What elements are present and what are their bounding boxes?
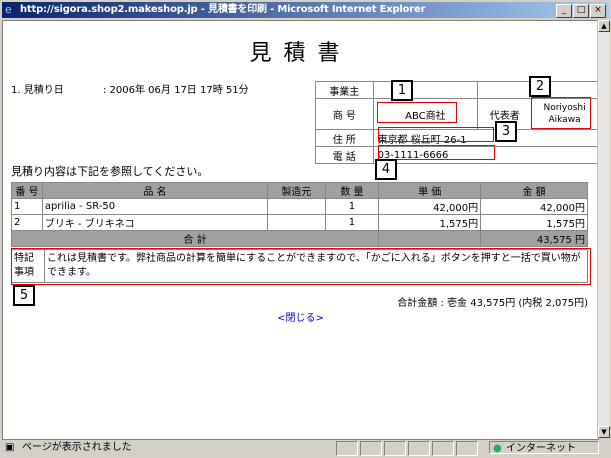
scroll-down-icon[interactable]: ▼ xyxy=(598,426,610,438)
grand-total: 合計金額 : 壱金 43,575円 (内税 2,075円) xyxy=(397,298,588,309)
estimate-items-table: 番 号 品 名 製造元 数 量 単 価 金 額 1 aprilia - SR-5… xyxy=(10,182,588,247)
callout-badge-3: 3 xyxy=(495,121,517,142)
row-quantity: 1 xyxy=(324,198,380,215)
status-bar: ▣ ページが表示されました ● インターネット xyxy=(2,440,609,456)
close-button[interactable]: × xyxy=(590,4,606,18)
row-number: 1 xyxy=(11,198,43,215)
table-row: 2 ブリキ - ブリキネコ 1 1,575円 1,575円 xyxy=(11,214,588,231)
row-unit-price: 42,000円 xyxy=(378,198,482,215)
row-item-name: aprilia - SR-50 xyxy=(41,198,269,215)
address-value: 東京都 桜丘町 26-1 xyxy=(372,129,598,147)
table-row: 1 aprilia - SR-50 1 42,000円 42,000円 xyxy=(11,198,588,215)
col-header-quantity: 数 量 xyxy=(324,182,380,199)
phone-label: 電 話 xyxy=(315,146,374,164)
address-label: 住 所 xyxy=(315,129,374,147)
security-zone: ● インターネット xyxy=(489,441,599,454)
scroll-up-icon[interactable]: ▲ xyxy=(598,20,610,32)
close-link-text[interactable]: <閉じる> xyxy=(277,313,324,324)
row-maker xyxy=(267,198,326,215)
status-pane xyxy=(432,441,454,456)
callout-badge-2: 2 xyxy=(529,76,551,97)
estimate-date-value: : 2006年 06月 17日 17時 51分 xyxy=(103,85,249,96)
title-bar: e http://sigora.shop2.makeshop.jp - 見積書を… xyxy=(2,2,609,18)
callout-badge-4: 4 xyxy=(375,159,397,180)
col-header-maker: 製造元 xyxy=(267,182,326,199)
maximize-button[interactable]: □ xyxy=(573,4,589,18)
zone-label: インターネット xyxy=(506,443,576,454)
status-pane xyxy=(456,441,478,456)
company-value: ABC商社 xyxy=(372,98,479,130)
page-done-icon: ▣ xyxy=(5,442,15,453)
col-header-amount: 金 額 xyxy=(480,182,588,199)
minimize-button[interactable]: _ xyxy=(556,4,572,18)
browser-window: e http://sigora.shop2.makeshop.jp - 見積書を… xyxy=(0,0,611,458)
row-amount: 42,000円 xyxy=(480,198,588,215)
page-title: 見積書 xyxy=(249,41,352,66)
page-content: 見積書 1. 見積り日 : 2006年 06月 17日 17時 51分 事業主 … xyxy=(2,20,599,440)
company-label: 商 号 xyxy=(315,98,374,130)
phone-value: 03-1111-6666 xyxy=(372,146,598,164)
col-header-item-name: 品 名 xyxy=(41,182,269,199)
window-title: http://sigora.shop2.makeshop.jp - 見積書を印刷… xyxy=(20,4,426,15)
ie-logo-icon: e xyxy=(5,3,12,16)
row-amount: 1,575円 xyxy=(480,214,588,231)
status-pane xyxy=(408,441,430,456)
business-owner-header: 事業主 xyxy=(315,81,374,99)
row-unit-price: 1,575円 xyxy=(378,214,482,231)
callout-badge-1: 1 xyxy=(391,80,413,101)
instruction-text: 見積り内容は下記を参照してください。 xyxy=(11,165,209,178)
col-header-unit-price: 単 価 xyxy=(378,182,482,199)
estimate-date-label: 1. 見積り日 xyxy=(11,85,64,96)
status-text: ページが表示されました xyxy=(22,442,132,453)
representative-value: Noriyoshi Aikawa xyxy=(531,98,598,130)
window-controls: _ □ × xyxy=(555,4,606,18)
status-pane xyxy=(384,441,406,456)
status-pane xyxy=(360,441,382,456)
row-number: 2 xyxy=(11,214,43,231)
estimate-date: 1. 見積り日 : 2006年 06月 17日 17時 51分 xyxy=(11,81,249,96)
total-value: 43,575 円 xyxy=(480,230,588,247)
callout-badge-5: 5 xyxy=(13,285,35,306)
table-total-row: 合 計 43,575 円 xyxy=(10,230,588,247)
remarks-label: 特記事項 xyxy=(11,249,45,283)
row-quantity: 1 xyxy=(324,214,380,231)
remarks-table: 特記事項 これは見積書です。弊社商品の計算を簡単にすることができますので、「かご… xyxy=(11,249,588,283)
close-link[interactable]: <閉じる> xyxy=(3,309,598,324)
row-item-name: ブリキ - ブリキネコ xyxy=(41,214,269,231)
remarks-text: これは見積書です。弊社商品の計算を簡単にすることができますので、「かごに入れる」… xyxy=(44,249,588,283)
total-label: 合 計 xyxy=(10,230,380,247)
vertical-scrollbar[interactable]: ▲ ▼ xyxy=(597,20,610,438)
business-info-table: 事業主 商 号 ABC商社 代表者 Noriyoshi Aikawa 住 所 東… xyxy=(315,81,598,164)
status-panes xyxy=(336,441,480,456)
table-header-row: 番 号 品 名 製造元 数 量 単 価 金 額 xyxy=(11,182,588,199)
status-pane xyxy=(336,441,358,456)
col-header-number: 番 号 xyxy=(11,182,43,199)
globe-icon: ● xyxy=(493,443,502,454)
row-maker xyxy=(267,214,326,231)
